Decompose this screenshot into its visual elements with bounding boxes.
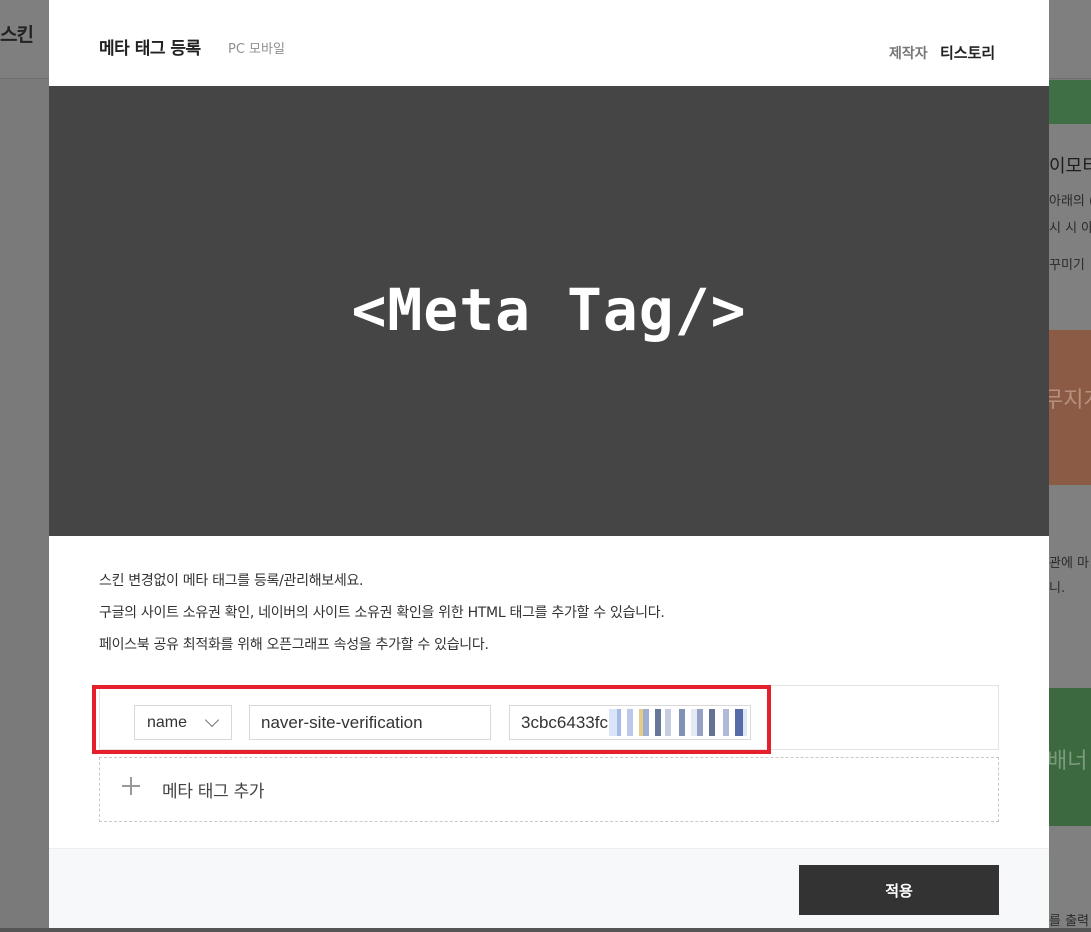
description-line: 스킨 변경없이 메타 태그를 등록/관리해보세요. xyxy=(99,573,364,589)
modal-subtitle: PC 모바일 xyxy=(228,42,285,57)
background-text: 이모티 xyxy=(1049,156,1091,177)
background-orange-text: 무지개 xyxy=(1049,388,1091,413)
highlight-box xyxy=(92,685,771,754)
background-bottom-bar xyxy=(0,928,1091,932)
description-line: 구글의 사이트 소유권 확인, 네이버의 사이트 소유권 확인을 위한 HTML… xyxy=(99,605,665,621)
background-text: 를 출력 xyxy=(1049,914,1090,929)
maker-name: 티스토리 xyxy=(940,44,996,62)
modal-header: 메타 태그 등록 PC 모바일 제작자 티스토리 xyxy=(49,0,1049,86)
background-text: 관에 마 xyxy=(1049,556,1090,571)
apply-button[interactable]: 적용 xyxy=(799,865,999,915)
modal-footer: 적용 xyxy=(49,848,1049,928)
hero-text: <Meta Tag/> xyxy=(351,276,747,344)
maker-label: 제작자 xyxy=(889,46,928,62)
background-text: 시 시 아 xyxy=(1049,221,1091,236)
background-banner-text: 배너 xyxy=(1049,749,1088,774)
background-logo: 스킨 xyxy=(0,24,34,46)
description-line: 페이스북 공유 최적화를 위해 오픈그래프 속성을 추가할 수 있습니다. xyxy=(99,637,489,653)
background-green-banner: 배너 xyxy=(1049,688,1091,826)
background-text: 아래의 ( xyxy=(1049,194,1091,209)
hero-banner: <Meta Tag/> xyxy=(49,86,1049,536)
add-meta-tag-label: 메타 태그 추가 xyxy=(162,782,265,802)
add-meta-tag-button[interactable]: 메타 태그 추가 xyxy=(99,757,999,822)
plus-icon xyxy=(122,777,140,795)
meta-tag-modal: 메타 태그 등록 PC 모바일 제작자 티스토리 <Meta Tag/> 스킨 … xyxy=(49,0,1049,928)
background-right-panel: 이모티 아래의 ( 시 시 아 꾸미기 무지개 관에 마 니. 배너 를 출력 xyxy=(1049,80,1091,932)
background-green-strip xyxy=(1049,80,1091,124)
background-text: 니. xyxy=(1049,581,1066,596)
background-orange-card: 무지개 xyxy=(1049,330,1091,485)
description: 스킨 변경없이 메타 태그를 등록/관리해보세요. 구글의 사이트 소유권 확인… xyxy=(99,570,665,666)
modal-title: 메타 태그 등록 xyxy=(99,39,201,59)
background-text: 꾸미기 xyxy=(1049,258,1085,273)
